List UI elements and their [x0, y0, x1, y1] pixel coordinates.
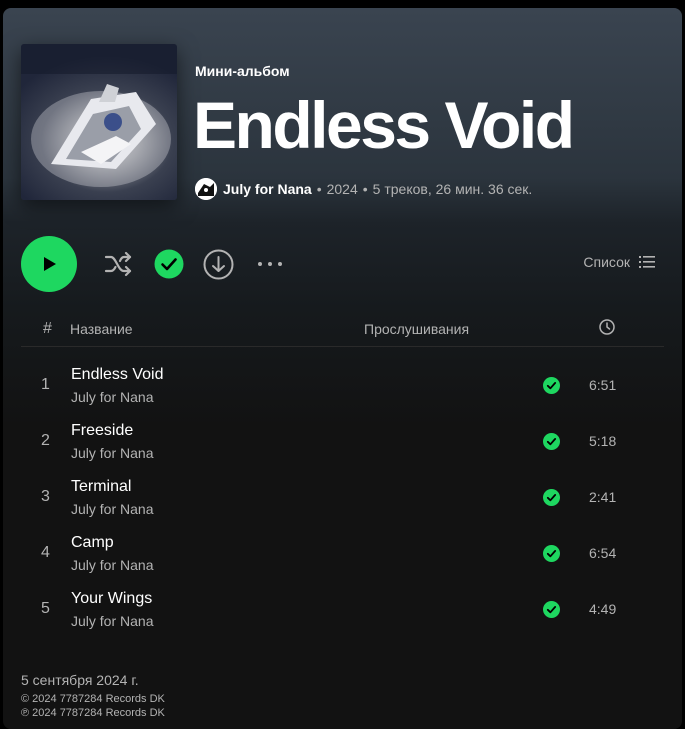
- download-button[interactable]: [203, 249, 234, 280]
- saved-to-library-button[interactable]: [154, 249, 184, 279]
- meta-separator: •: [316, 181, 322, 197]
- column-duration: [599, 319, 615, 338]
- track-duration: 5:18: [589, 433, 617, 449]
- release-date: 5 сентября 2024 г.: [21, 672, 139, 688]
- column-number: #: [43, 320, 52, 337]
- action-bar: Список: [3, 236, 682, 292]
- artist-link[interactable]: July for Nana: [223, 181, 312, 197]
- album-meta: July for Nana • 2024 • 5 треков, 26 мин.…: [195, 178, 532, 200]
- play-icon: [44, 257, 56, 271]
- clock-icon: [599, 319, 615, 335]
- track-title[interactable]: Camp: [71, 534, 114, 552]
- track-row[interactable]: 4 Camp July for Nana 6:54: [21, 526, 664, 582]
- track-title[interactable]: Endless Void: [71, 366, 164, 384]
- view-mode-toggle[interactable]: Список: [583, 254, 655, 270]
- track-number: 5: [41, 600, 50, 617]
- shuffle-icon: [104, 251, 132, 277]
- column-title: Название: [70, 321, 133, 337]
- check-circle-icon: [154, 249, 184, 279]
- track-duration: 2:41: [589, 489, 617, 505]
- tracklist-header: # Название Прослушивания: [21, 310, 664, 347]
- artist-avatar[interactable]: [195, 178, 217, 200]
- album-cover-image[interactable]: [21, 44, 177, 200]
- saved-check-icon[interactable]: [543, 545, 560, 562]
- track-title[interactable]: Freeside: [71, 422, 133, 440]
- track-artist[interactable]: July for Nana: [71, 613, 153, 629]
- cover-art-ship: [21, 44, 177, 187]
- album-type-label: Мини-альбом: [195, 63, 290, 79]
- album-header: Мини-альбом Endless Void July for Nana •…: [3, 8, 682, 220]
- list-icon: [639, 256, 655, 268]
- download-icon: [203, 249, 234, 280]
- play-button[interactable]: [21, 236, 77, 292]
- album-title: Endless Void: [193, 88, 575, 162]
- saved-check-icon[interactable]: [543, 601, 560, 618]
- album-summary: 5 треков, 26 мин. 36 сек.: [372, 181, 533, 197]
- phonogram-copyright-text: ℗ 2024 7787284 Records DK: [21, 707, 165, 719]
- track-row[interactable]: 5 Your Wings July for Nana 4:49: [21, 582, 664, 638]
- track-number: 1: [41, 376, 50, 393]
- track-row[interactable]: 3 Terminal July for Nana 2:41: [21, 470, 664, 526]
- saved-check-icon[interactable]: [543, 433, 560, 450]
- view-mode-label: Список: [583, 254, 630, 270]
- track-artist[interactable]: July for Nana: [71, 557, 153, 573]
- track-artist[interactable]: July for Nana: [71, 501, 153, 517]
- track-artist[interactable]: July for Nana: [71, 445, 153, 461]
- track-number: 3: [41, 488, 50, 505]
- track-duration: 4:49: [589, 601, 617, 617]
- track-row[interactable]: 1 Endless Void July for Nana 6:51: [21, 358, 664, 414]
- column-plays: Прослушивания: [364, 321, 470, 337]
- track-title[interactable]: Terminal: [71, 478, 131, 496]
- shuffle-button[interactable]: [101, 248, 135, 280]
- album-page: Мини-альбом Endless Void July for Nana •…: [3, 8, 682, 729]
- track-title[interactable]: Your Wings: [71, 590, 152, 608]
- track-row[interactable]: 2 Freeside July for Nana 5:18: [21, 414, 664, 470]
- copyright-text: © 2024 7787284 Records DK: [21, 693, 165, 705]
- saved-check-icon[interactable]: [543, 489, 560, 506]
- saved-check-icon[interactable]: [543, 377, 560, 394]
- track-artist[interactable]: July for Nana: [71, 389, 153, 405]
- meta-separator: •: [362, 181, 368, 197]
- more-dots-icon: [258, 262, 282, 266]
- track-duration: 6:54: [589, 545, 617, 561]
- tracklist: 1 Endless Void July for Nana 6:51 2 Free…: [21, 358, 664, 638]
- album-year: 2024: [326, 181, 358, 197]
- artist-avatar-icon: [195, 178, 217, 200]
- track-number: 4: [41, 544, 50, 561]
- track-duration: 6:51: [589, 377, 617, 393]
- more-options-button[interactable]: [256, 258, 284, 270]
- track-number: 2: [41, 432, 50, 449]
- album-footer: 5 сентября 2024 г. © 2024 7787284 Record…: [21, 672, 165, 720]
